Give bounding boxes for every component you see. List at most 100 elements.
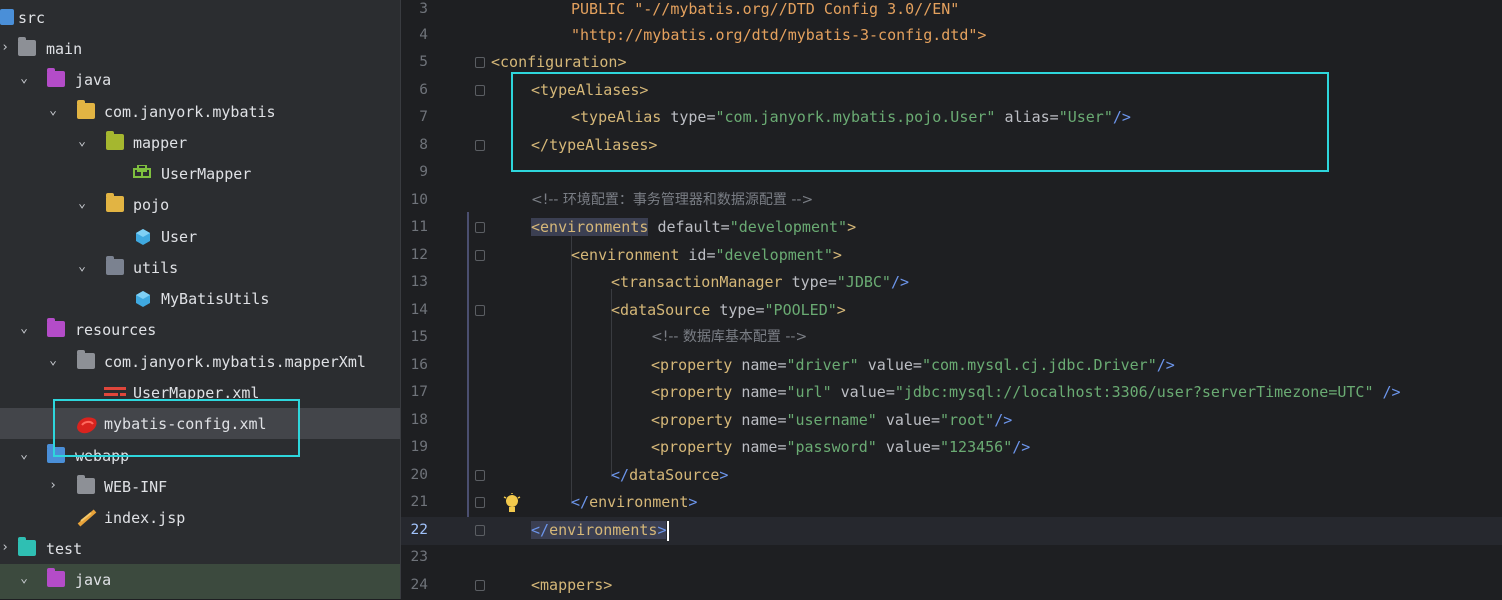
tree-item-label: java bbox=[75, 71, 112, 89]
text-caret bbox=[667, 520, 670, 541]
code-token: property bbox=[660, 383, 733, 401]
fold-marker-icon[interactable] bbox=[475, 85, 485, 96]
chevron-down-icon[interactable]: ⌄ bbox=[17, 72, 31, 86]
line-number: 10 bbox=[410, 192, 428, 208]
jsp-file-icon bbox=[77, 509, 97, 527]
code-line[interactable]: 21 </environment> bbox=[401, 489, 1502, 517]
chevron-down-icon[interactable]: ⌄ bbox=[75, 260, 89, 274]
tree-item-java[interactable]: ⌄ java bbox=[0, 64, 400, 95]
tree-item-package-mybatis[interactable]: ⌄ com.janyork.mybatis bbox=[0, 96, 400, 127]
code-line[interactable]: 4 "http://mybatis.org/dtd/mybatis-3-conf… bbox=[401, 22, 1502, 50]
tree-item-main[interactable]: › main bbox=[0, 33, 400, 64]
lightbulb-icon[interactable] bbox=[503, 493, 521, 513]
code-token: > bbox=[617, 53, 627, 71]
tree-item-mapperxml-folder[interactable]: ⌄ com.janyork.mybatis.mapperXml bbox=[0, 346, 400, 377]
line-number: 11 bbox=[410, 219, 428, 235]
tree-item-label: WEB-INF bbox=[104, 478, 168, 496]
code-token: "JDBC" bbox=[836, 273, 891, 291]
annotation-highlight-box bbox=[53, 399, 300, 457]
tree-item-index-jsp[interactable]: index.jsp bbox=[0, 502, 400, 533]
line-number: 12 bbox=[410, 247, 428, 263]
code-token: "username" bbox=[786, 411, 877, 429]
chevron-down-icon[interactable]: ⌄ bbox=[17, 322, 31, 336]
code-token: type bbox=[719, 301, 756, 319]
folder-icon bbox=[77, 350, 95, 369]
code-line[interactable]: 19 <property name="password" value="1234… bbox=[401, 434, 1502, 462]
chevron-right-icon[interactable]: › bbox=[0, 41, 12, 55]
fold-marker-icon[interactable] bbox=[475, 222, 485, 233]
interface-icon bbox=[133, 164, 151, 181]
tree-item-mapper[interactable]: ⌄ mapper bbox=[0, 127, 400, 158]
code-token: "123456" bbox=[940, 438, 1013, 456]
folder-icon bbox=[77, 475, 95, 494]
code-line[interactable]: 3 PUBLIC "-//mybatis.org//DTD Config 3.0… bbox=[401, 0, 1502, 24]
tree-item-test-java[interactable]: ⌄ java bbox=[0, 564, 400, 599]
fold-marker-icon[interactable] bbox=[475, 305, 485, 316]
code-token: "url" bbox=[786, 383, 832, 401]
code-text: PUBLIC "-//mybatis.org//DTD Config 3.0//… bbox=[571, 0, 960, 18]
tree-item-mybatisutils[interactable]: MyBatisUtils bbox=[0, 283, 400, 314]
code-token: environment bbox=[580, 246, 680, 264]
code-line[interactable]: 24 <mappers> bbox=[401, 572, 1502, 600]
fold-marker-icon[interactable] bbox=[475, 470, 485, 481]
fold-marker-icon[interactable] bbox=[475, 580, 485, 591]
chevron-right-icon[interactable]: › bbox=[0, 541, 12, 555]
code-token: "root" bbox=[940, 411, 995, 429]
code-line[interactable]: 17 <property name="url" value="jdbc:mysq… bbox=[401, 379, 1502, 407]
code-token: environment bbox=[589, 493, 689, 511]
chevron-right-icon[interactable]: › bbox=[46, 479, 60, 493]
tree-item-pojo[interactable]: ⌄ pojo bbox=[0, 189, 400, 220]
code-token: type bbox=[791, 273, 828, 291]
chevron-down-icon[interactable]: ⌄ bbox=[75, 197, 89, 211]
tree-item-label: mapper bbox=[133, 134, 188, 152]
chevron-down-icon[interactable]: ⌄ bbox=[17, 572, 31, 586]
line-number: 5 bbox=[419, 54, 428, 70]
code-token: environments bbox=[549, 521, 658, 539]
code-line-current[interactable]: 22 </environments> bbox=[401, 517, 1502, 545]
line-number: 8 bbox=[419, 137, 428, 153]
tree-item-usermapper[interactable]: UserMapper bbox=[0, 158, 400, 189]
code-line[interactable]: 15 <!-- 数据库基本配置 --> bbox=[401, 324, 1502, 352]
line-number: 15 bbox=[410, 329, 428, 345]
fold-marker-icon[interactable] bbox=[475, 497, 485, 508]
code-line[interactable]: 16 <property name="driver" value="com.my… bbox=[401, 352, 1502, 380]
tree-item-utils[interactable]: ⌄ utils bbox=[0, 252, 400, 283]
line-number: 7 bbox=[419, 109, 428, 125]
code-line[interactable]: 23 bbox=[401, 544, 1502, 572]
code-token: value bbox=[840, 383, 886, 401]
tree-item-label: MyBatisUtils bbox=[161, 290, 270, 308]
line-number: 17 bbox=[410, 384, 428, 400]
chevron-down-icon[interactable]: ⌄ bbox=[46, 354, 60, 368]
code-line[interactable]: 11 <environments default="development"> bbox=[401, 214, 1502, 242]
fold-marker-icon[interactable] bbox=[475, 57, 485, 68]
line-number: 3 bbox=[419, 1, 428, 17]
tree-item-user[interactable]: User bbox=[0, 221, 400, 252]
code-line[interactable]: 10 <!-- 环境配置：事务管理器和数据源配置 --> bbox=[401, 187, 1502, 215]
tree-item-web-inf[interactable]: › WEB-INF bbox=[0, 471, 400, 502]
code-editor[interactable]: 3 PUBLIC "-//mybatis.org//DTD Config 3.0… bbox=[400, 0, 1502, 599]
tree-item-resources[interactable]: ⌄ resources bbox=[0, 314, 400, 345]
code-line[interactable]: 14 <dataSource type="POOLED"> bbox=[401, 297, 1502, 325]
tree-item-test[interactable]: › test bbox=[0, 533, 400, 564]
fold-marker-icon[interactable] bbox=[475, 140, 485, 151]
fold-marker-icon[interactable] bbox=[475, 250, 485, 261]
fold-marker-icon[interactable] bbox=[475, 525, 485, 536]
line-number: 13 bbox=[410, 274, 428, 290]
tree-item-label: src bbox=[18, 9, 46, 27]
package-folder-icon bbox=[106, 131, 124, 150]
code-token: environments bbox=[540, 218, 649, 236]
resources-folder-icon bbox=[47, 318, 65, 337]
code-line[interactable]: 13 <transactionManager type="JDBC"/> bbox=[401, 269, 1502, 297]
code-line[interactable]: 12 <environment id="development"> bbox=[401, 242, 1502, 270]
chevron-down-icon[interactable]: ⌄ bbox=[17, 448, 31, 462]
code-token: "com.mysql.cj.jdbc.Driver" bbox=[921, 356, 1157, 374]
tree-item-src[interactable]: src bbox=[0, 2, 400, 33]
chevron-down-icon[interactable]: ⌄ bbox=[46, 104, 60, 118]
code-token: property bbox=[660, 411, 733, 429]
code-line[interactable]: 20 </dataSource> bbox=[401, 462, 1502, 490]
class-icon bbox=[134, 228, 152, 245]
line-number: 18 bbox=[410, 412, 428, 428]
code-token: value bbox=[885, 411, 931, 429]
chevron-down-icon[interactable]: ⌄ bbox=[75, 135, 89, 149]
code-line[interactable]: 18 <property name="username" value="root… bbox=[401, 407, 1502, 435]
